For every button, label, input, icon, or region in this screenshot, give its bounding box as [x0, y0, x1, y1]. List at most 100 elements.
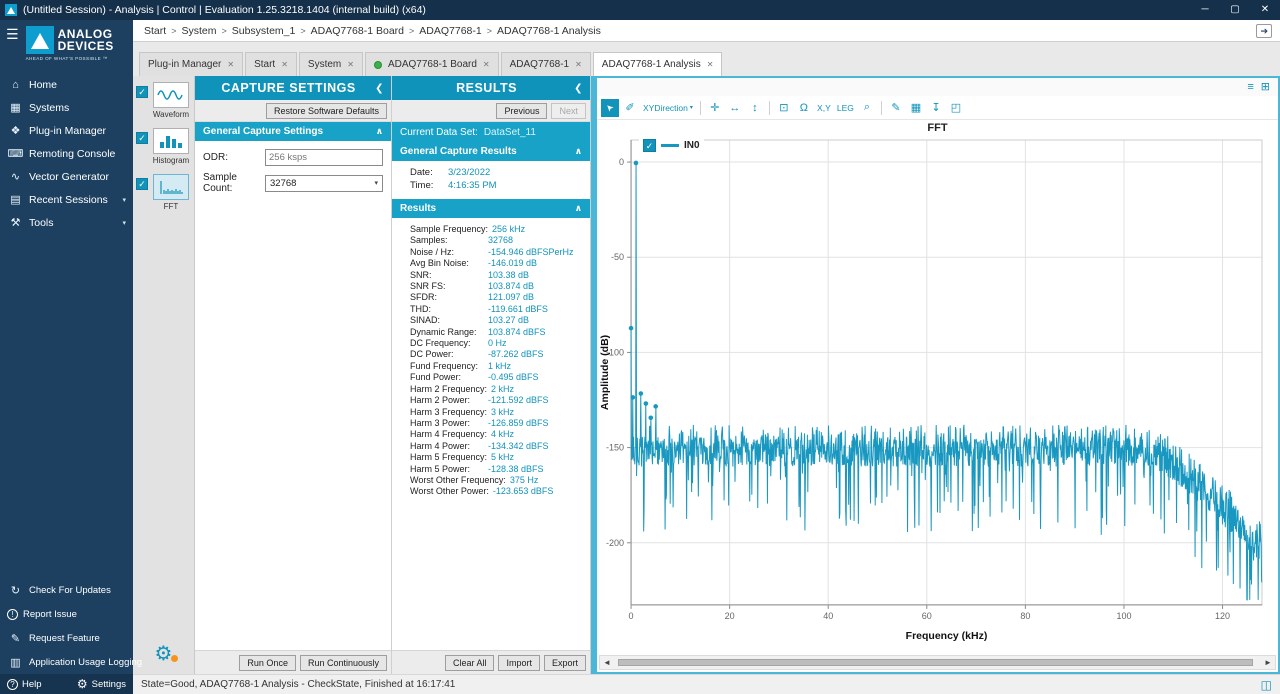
zoom-y-tool[interactable]: ↕: [746, 99, 764, 117]
sidebar-item-report-issue[interactable]: !Report Issue: [0, 602, 133, 626]
scrollbar-track[interactable]: [614, 656, 1261, 669]
magnifier-tool[interactable]: ⌕: [858, 99, 876, 117]
minimize-button[interactable]: ─: [1190, 0, 1220, 20]
layout-icon[interactable]: ◫: [1261, 678, 1272, 692]
sidebar-item-check-for-updates[interactable]: ↻Check For Updates: [0, 578, 133, 602]
close-icon[interactable]: ✕: [281, 60, 288, 69]
tab-label: Start: [254, 59, 275, 70]
sidebar-item-plug-in-manager[interactable]: ❖Plug-in Manager: [0, 119, 133, 142]
run-continuously-button[interactable]: Run Continuously: [300, 655, 387, 671]
breadcrumb-item-start[interactable]: Start: [141, 25, 169, 37]
tab-adaq7768-1-board[interactable]: ADAQ7768-1 Board✕: [365, 52, 499, 76]
odr-input[interactable]: [265, 149, 383, 166]
result-row: THD:-119.661 dBFS: [410, 304, 588, 315]
general-capture-results-bar[interactable]: General Capture Results ∧: [392, 142, 590, 161]
sidebar-item-application-usage-logging[interactable]: ▥Application Usage Logging: [0, 650, 133, 674]
sidebar-item-label: Home: [29, 79, 57, 91]
previous-button[interactable]: Previous: [496, 103, 547, 119]
sidebar-item-help[interactable]: ?Help: [7, 679, 42, 690]
settings-label: Settings: [92, 679, 126, 690]
tool-tile-waveform[interactable]: Waveform: [150, 82, 192, 119]
result-value: 375 Hz: [510, 475, 539, 486]
scroll-right-icon[interactable]: ►: [1261, 658, 1275, 667]
results-footer: Clear All Import Export: [392, 650, 590, 674]
tab-adaq7768-1-analysis[interactable]: ADAQ7768-1 Analysis✕: [593, 52, 723, 76]
scrollbar-thumb[interactable]: [618, 659, 1253, 666]
legend-checkbox[interactable]: ✓: [643, 139, 656, 152]
run-once-button[interactable]: Run Once: [239, 655, 296, 671]
sidebar-item-request-feature[interactable]: ✎Request Feature: [0, 626, 133, 650]
close-icon[interactable]: ✕: [575, 60, 582, 69]
collapse-panel-icon[interactable]: ❮: [375, 83, 384, 94]
legend-line-sample: [661, 144, 679, 147]
sidebar-item-settings[interactable]: ⚙Settings: [77, 678, 126, 690]
import-button[interactable]: Import: [498, 655, 540, 671]
waveform-checkbox[interactable]: ✓: [136, 86, 148, 98]
hamburger-menu-icon[interactable]: ☰: [6, 26, 19, 42]
brush-tool[interactable]: ✐: [621, 99, 639, 117]
sample-count-select[interactable]: 32768 ▾: [265, 175, 383, 192]
close-icon[interactable]: ✕: [347, 60, 354, 69]
general-capture-settings-bar[interactable]: General Capture Settings ∧: [195, 122, 391, 141]
tab-adaq7768-1[interactable]: ADAQ7768-1✕: [501, 52, 591, 76]
fit-view-tool[interactable]: ⊡: [775, 99, 793, 117]
breadcrumb-item-subsystem-1[interactable]: Subsystem_1: [229, 25, 299, 37]
tab-label: System: [308, 59, 341, 70]
sidebar-item-remoting-console[interactable]: ⌨Remoting Console: [0, 142, 133, 165]
sidebar-item-vector-generator[interactable]: ∿Vector Generator: [0, 165, 133, 188]
sidebar-item-home[interactable]: ⌂Home: [0, 73, 133, 96]
result-row: Harm 4 Frequency:4 kHz: [410, 429, 588, 440]
close-icon[interactable]: ✕: [227, 60, 234, 69]
sidebar-item-systems[interactable]: ▦Systems: [0, 96, 133, 119]
sidebar-item-tools[interactable]: ⚒Tools▾: [0, 211, 133, 234]
result-label: Harm 2 Frequency:: [410, 384, 491, 395]
result-label: DC Power:: [410, 349, 488, 360]
copy-plot-tool[interactable]: ◰: [947, 99, 965, 117]
brush-tool-icon: ✐: [625, 101, 634, 114]
cursor-tool[interactable]: Ω: [795, 99, 813, 117]
chart-scrollbar[interactable]: ◄ ►: [599, 655, 1276, 670]
pan-tool[interactable]: ✛: [706, 99, 724, 117]
close-icon[interactable]: ✕: [707, 60, 714, 69]
histogram-checkbox[interactable]: ✓: [136, 132, 148, 144]
close-button[interactable]: ✕: [1250, 0, 1280, 20]
histogram-icon: [153, 128, 189, 154]
next-button[interactable]: Next: [551, 103, 586, 119]
close-icon[interactable]: ✕: [483, 60, 490, 69]
breadcrumb-item-adaq7768-1[interactable]: ADAQ7768-1: [416, 25, 484, 37]
zoom-x-tool[interactable]: ↔: [726, 99, 744, 117]
sidebar-item-recent-sessions[interactable]: ▤Recent Sessions▾: [0, 188, 133, 211]
scroll-left-icon[interactable]: ◄: [600, 658, 614, 667]
export-button[interactable]: Export: [544, 655, 586, 671]
legend-toggle[interactable]: LEG: [835, 99, 856, 117]
collapse-panel-icon[interactable]: ❮: [574, 83, 583, 94]
xy-direction-dropdown[interactable]: XYDirection▾: [641, 99, 695, 117]
maximize-button[interactable]: ▢: [1220, 0, 1250, 20]
annotate-tool[interactable]: ✎: [887, 99, 905, 117]
capture-settings-header: CAPTURE SETTINGS ❮: [195, 76, 391, 100]
clear-all-button[interactable]: Clear All: [445, 655, 495, 671]
restore-defaults-button[interactable]: Restore Software Defaults: [266, 103, 387, 119]
snapshot-tool-icon: ▦: [911, 101, 921, 114]
result-label: Dynamic Range:: [410, 327, 488, 338]
xy-values-toggle[interactable]: X,Y: [815, 99, 833, 117]
tab-start[interactable]: Start ✕: [245, 52, 297, 76]
fft-checkbox[interactable]: ✓: [136, 178, 148, 190]
breadcrumb-item-adaq7768-1-board[interactable]: ADAQ7768-1 Board: [308, 25, 407, 37]
dock-panel-icon[interactable]: ≡: [1247, 79, 1253, 95]
breadcrumb-item-system[interactable]: System: [178, 25, 219, 37]
result-value: 256 kHz: [492, 224, 525, 235]
tool-tile-fft[interactable]: FFT: [150, 174, 192, 211]
export-plot-tool[interactable]: ↧: [927, 99, 945, 117]
snapshot-tool[interactable]: ▦: [907, 99, 925, 117]
tab-plug-in-manager[interactable]: Plug-in Manager✕: [139, 52, 243, 76]
grid-view-icon[interactable]: ⊞: [1261, 79, 1270, 95]
result-label: Noise / Hz:: [410, 247, 488, 258]
pointer-tool[interactable]: ➤: [601, 99, 619, 117]
session-log-icon[interactable]: ➔: [1256, 24, 1272, 38]
tools-gear-icon[interactable]: ⚙: [135, 641, 192, 670]
breadcrumb-item-adaq7768-1-analysis[interactable]: ADAQ7768-1 Analysis: [494, 25, 604, 37]
results-section-bar[interactable]: Results ∧: [392, 199, 590, 218]
tool-tile-histogram[interactable]: Histogram: [150, 128, 192, 165]
tab-system[interactable]: System ✕: [299, 52, 363, 76]
